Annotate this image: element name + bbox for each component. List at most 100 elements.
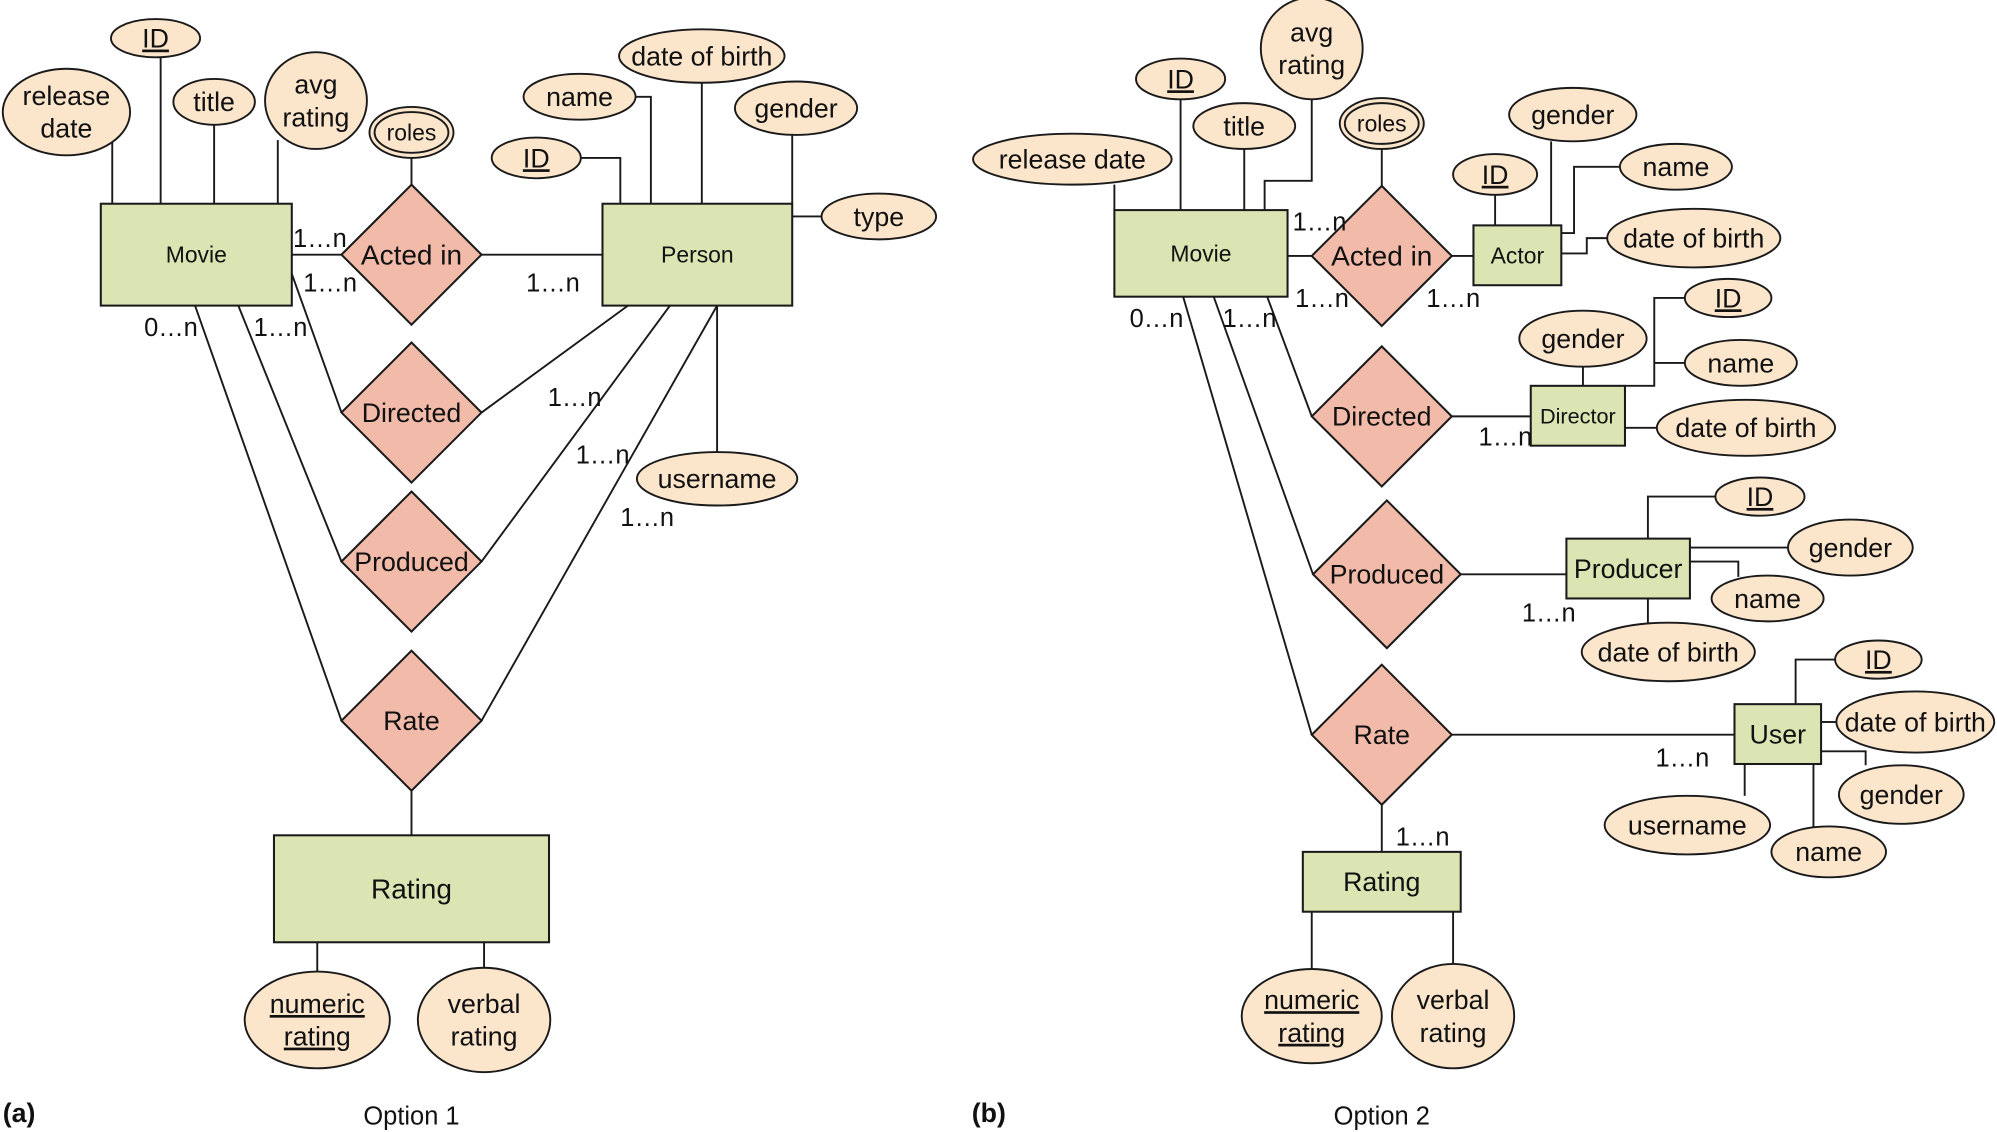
multivalued-b-roles: roles (1338, 97, 1425, 150)
cardinality-label: 1…n (1479, 424, 1533, 452)
cardinality-label: 0…n (144, 314, 198, 342)
attribute-b-verbal: verbalrating (1391, 962, 1516, 1070)
attribute-b-dgender: gender (1518, 309, 1648, 368)
attribute-a-pdob: date of birth (618, 28, 786, 84)
attribute-a-pgender: gender (733, 80, 859, 136)
node-label: ID (1715, 283, 1742, 313)
connector-line (580, 156, 622, 204)
node-label: gender (754, 94, 837, 124)
cardinality-label: 1…n (526, 270, 580, 298)
attribute-ellipse (243, 970, 391, 1070)
connector-line (1794, 658, 1836, 705)
nodes: Movie Person Rating Acted in Directed Produce… (1, 0, 1996, 1074)
caption-option-2: Option 2 (1334, 1102, 1430, 1130)
connector-line (1561, 237, 1608, 255)
attribute-b-numeric: numericrating (1240, 968, 1383, 1065)
node-label: rating (283, 102, 350, 132)
connector-line (1561, 165, 1620, 234)
node-label: verbal (448, 989, 521, 1019)
relationship-b-rate: Rate (1310, 663, 1454, 807)
node-label: date of birth (1623, 223, 1764, 253)
node-label: User (1750, 719, 1807, 749)
attribute-a-pname: name (522, 72, 637, 121)
node-label: Actor (1491, 242, 1545, 268)
node-label: verbal (1417, 985, 1490, 1015)
attribute-b-prdob: date of birth (1580, 621, 1756, 683)
node-label: Rating (1343, 867, 1420, 897)
cardinality-label: 1…n (303, 270, 357, 298)
node-label: rating (1420, 1018, 1487, 1048)
node-label: name (1734, 584, 1801, 614)
attribute-a-title: title (172, 77, 256, 126)
node-label: date (40, 114, 92, 144)
relationship-a-rate: Rate (340, 649, 483, 793)
node-label: Directed (1332, 402, 1432, 432)
connector-line (635, 95, 652, 204)
attribute-b-release: release date (972, 132, 1173, 186)
node-label: ID (523, 143, 550, 173)
attribute-b-uuser: username (1603, 794, 1772, 856)
node-label: Director (1540, 403, 1616, 428)
attribute-b-ugender: gender (1837, 764, 1965, 825)
node-label: avg (1290, 17, 1333, 47)
entity-b-director: Director (1529, 384, 1627, 447)
node-label: release date (999, 145, 1146, 175)
node-label: gender (1809, 533, 1892, 563)
attribute-ellipse (1240, 968, 1383, 1065)
node-label: type (854, 202, 905, 232)
cardinality-label: 1…n (576, 441, 630, 469)
relationship-a-directed: Directed (340, 341, 483, 485)
attribute-b-uid: ID (1834, 639, 1923, 680)
node-label: Movie (166, 242, 227, 268)
node-label: username (658, 464, 777, 494)
er-diagram: Movie Person Rating Acted in Directed Produce… (1, 0, 1996, 1130)
caption-option-1: Option 1 (363, 1102, 459, 1130)
node-label: name (1795, 837, 1862, 867)
entity-a-rating: Rating (272, 834, 551, 944)
node-label: name (1707, 348, 1774, 378)
attribute-a-release: releasedate (1, 67, 132, 157)
node-label: title (1223, 111, 1265, 141)
attribute-a-puser: username (635, 451, 799, 507)
relationship-b-directed: Directed (1310, 344, 1454, 488)
cardinality-label: 1…n (1396, 823, 1450, 851)
node-label: ID (1167, 64, 1194, 94)
node-label: avg (294, 70, 337, 100)
attribute-ellipse (264, 51, 368, 150)
cardinality-label: 1…n (1656, 745, 1710, 773)
attribute-ellipse (1391, 962, 1516, 1070)
node-label: Producer (1574, 554, 1683, 584)
relationship-a-acted: Acted in (340, 183, 483, 327)
attribute-b-prname: name (1710, 574, 1825, 623)
node-label: date of birth (631, 41, 772, 71)
caption-b-label: (b) (972, 1098, 1006, 1128)
node-label: rating (1278, 1018, 1345, 1048)
node-label: gender (1541, 324, 1624, 354)
node-label: ID (142, 24, 169, 54)
node-label: ID (1482, 160, 1509, 190)
multivalued-a-roles: roles (368, 106, 455, 159)
node-label: Acted in (361, 239, 462, 270)
cardinality-label: 1…n (1223, 305, 1277, 333)
relationship-a-produced: Produced (340, 490, 483, 634)
node-label: numeric (1264, 985, 1359, 1015)
attribute-a-mid: ID (110, 18, 202, 59)
node-label: Directed (362, 398, 462, 428)
cardinality-label: 1…n (1295, 285, 1349, 313)
caption-a-label: (a) (3, 1098, 36, 1128)
node-label: Person (661, 242, 734, 268)
node-label: rating (1278, 50, 1345, 80)
cardinality-label: 1…n (254, 314, 308, 342)
attribute-b-ddob: date of birth (1655, 398, 1837, 457)
node-label: Rating (371, 874, 452, 905)
attribute-b-did: ID (1683, 277, 1773, 319)
node-label: ID (1865, 645, 1892, 675)
attribute-b-dname: name (1683, 339, 1798, 387)
node-label: Rate (1354, 720, 1410, 750)
attribute-b-uname: name (1770, 825, 1887, 879)
node-label: roles (1357, 111, 1407, 137)
attribute-b-avg: avgrating (1259, 0, 1364, 101)
connector-line (237, 305, 343, 562)
connector-line (1821, 750, 1867, 766)
node-label: date of birth (1598, 637, 1739, 667)
